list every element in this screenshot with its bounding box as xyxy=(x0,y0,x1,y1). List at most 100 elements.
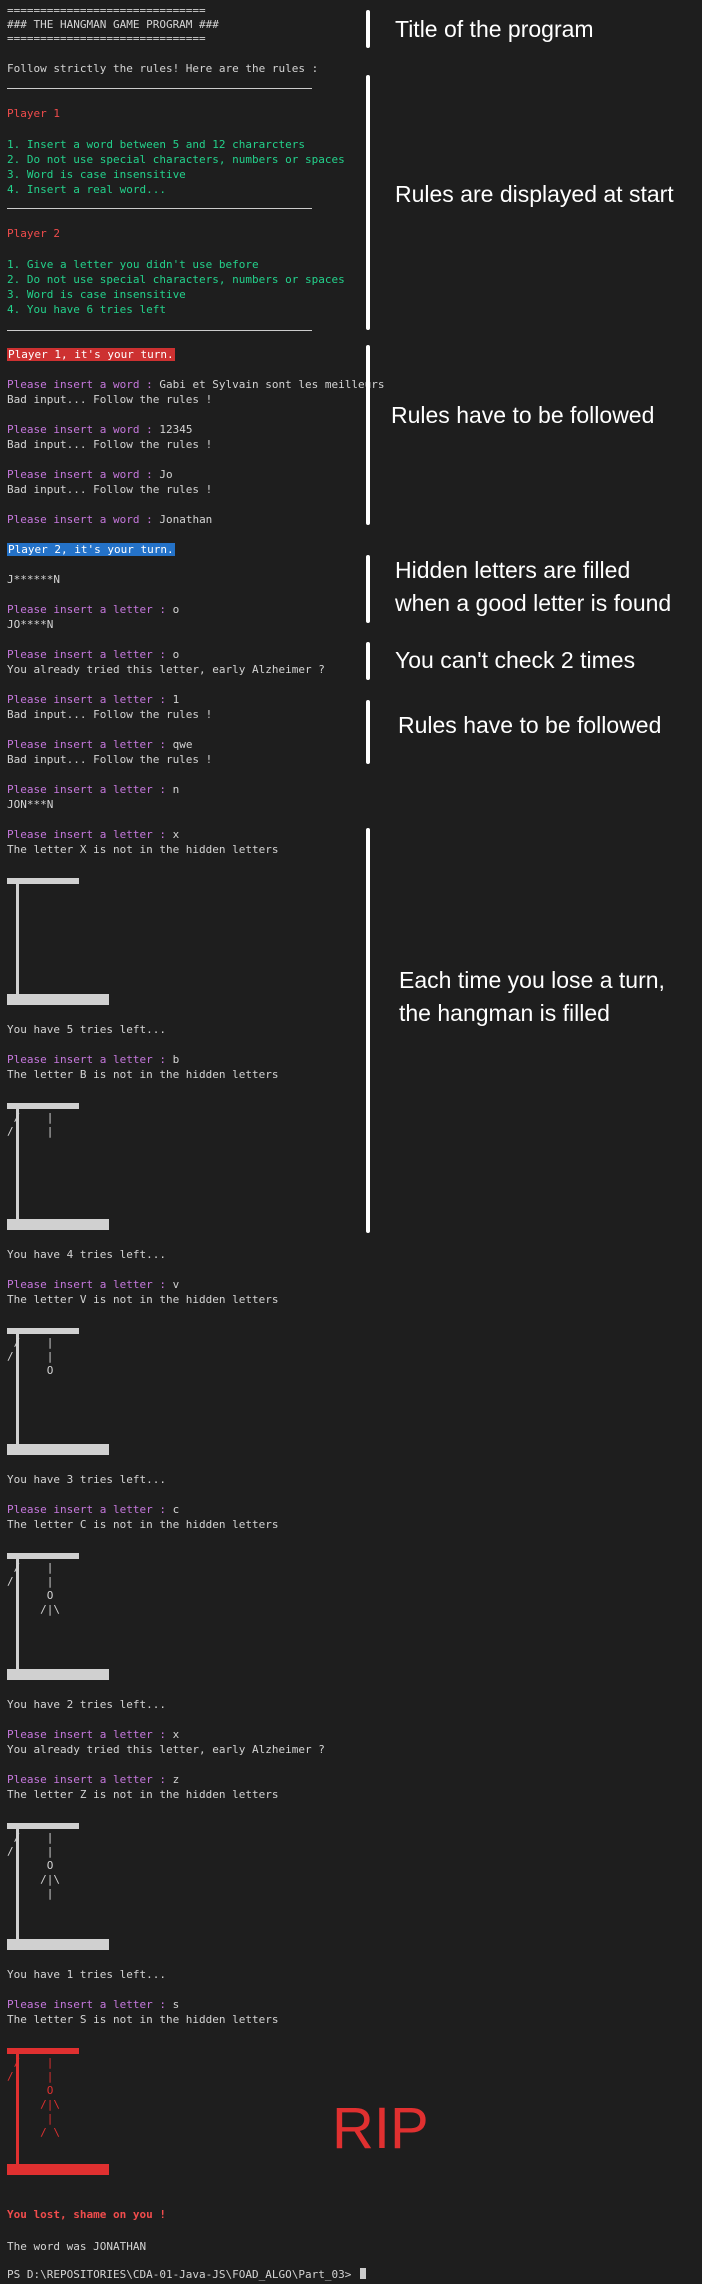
bad-input-message: Bad input... Follow the rules ! xyxy=(7,483,213,496)
annotation-title: Title of the program xyxy=(395,16,594,42)
player2-rule: 4. You have 6 tries left xyxy=(7,303,166,316)
annotation-bar xyxy=(366,828,370,1233)
letter-not-found-message: The letter S is not in the hidden letter… xyxy=(7,2013,279,2026)
already-tried-message: You already tried this letter, early Alz… xyxy=(7,1743,325,1756)
letter-prompt: Please insert a letter : xyxy=(7,828,173,841)
player1-title: Player 1 xyxy=(7,107,60,120)
letter-prompt-line: Please insert a letter : x xyxy=(7,1728,179,1742)
word-prompt-line: Please insert a word : 12345 xyxy=(7,423,192,437)
letter-prompt-line: Please insert a letter : o xyxy=(7,648,179,662)
hidden-word-mask: JO****N xyxy=(7,618,54,631)
letter-not-found-message: The letter B is not in the hidden letter… xyxy=(7,1068,279,1081)
tries-left-message: You have 1 tries left... xyxy=(7,1968,166,1981)
letter-prompt-line: Please insert a letter : x xyxy=(7,828,179,842)
terminal-prompt: PS D:\REPOSITORIES\CDA-01-Java-JS\FOAD_A… xyxy=(7,2268,358,2281)
annotation-bar xyxy=(366,700,370,764)
player2-turn-label: Player 2, it's your turn. xyxy=(7,543,175,556)
annotation-bar xyxy=(366,75,370,330)
annotation-rules-start: Rules are displayed at start xyxy=(395,181,674,207)
annotation-bar xyxy=(366,10,370,48)
letter-prompt: Please insert a letter : xyxy=(7,1503,173,1516)
letter-prompt: Please insert a letter : xyxy=(7,783,173,796)
bad-input-message: Bad input... Follow the rules ! xyxy=(7,393,213,406)
annotation-hangman: Each time you lose a turn, the hangman i… xyxy=(399,967,665,1026)
rip-label: RIP xyxy=(332,2096,429,2161)
letter-input: s xyxy=(172,1998,180,2011)
word-prompt: Please insert a word : xyxy=(7,513,160,526)
word-prompt-line: Please insert a word : Jo xyxy=(7,468,173,482)
letter-input: o xyxy=(172,648,180,661)
tries-left-message: You have 5 tries left... xyxy=(7,1023,166,1036)
letter-prompt: Please insert a letter : xyxy=(7,693,173,706)
letter-prompt: Please insert a letter : xyxy=(7,1998,173,2011)
word-prompt: Please insert a word : xyxy=(7,423,160,436)
letter-prompt-line: Please insert a letter : z xyxy=(7,1773,179,1787)
player1-rule: 3. Word is case insensitive xyxy=(7,168,186,181)
tries-left-message: You have 4 tries left... xyxy=(7,1248,166,1261)
annotation-rules-followed-2: Rules have to be followed xyxy=(398,712,662,738)
annotation-bar xyxy=(366,642,370,680)
player1-rule: 1. Insert a word between 5 and 12 charar… xyxy=(7,138,306,151)
gallows-base xyxy=(7,994,109,1005)
gallows-base xyxy=(7,2164,109,2175)
letter-not-found-message: The letter V is not in the hidden letter… xyxy=(7,1293,279,1306)
letter-prompt-line: Please insert a letter : s xyxy=(7,1998,179,2012)
player1-turn-banner: Player 1, it's your turn. xyxy=(7,348,175,362)
annotation-bar xyxy=(366,555,370,623)
bad-input-message: Bad input... Follow the rules ! xyxy=(7,708,213,721)
letter-prompt: Please insert a letter : xyxy=(7,1053,173,1066)
tries-left-message: You have 3 tries left... xyxy=(7,1473,166,1486)
word-prompt: Please insert a word : xyxy=(7,468,160,481)
lost-message: You lost, shame on you ! xyxy=(7,2208,166,2221)
hangman-figure: / | / | O /|\ | / \ xyxy=(7,2056,60,2139)
terminal-prompt-line[interactable]: PS D:\REPOSITORIES\CDA-01-Java-JS\FOAD_A… xyxy=(7,2268,366,2282)
annotation-hidden-letters: Hidden letters are filled when a good le… xyxy=(395,557,672,616)
letter-input: v xyxy=(172,1278,180,1291)
letter-not-found-message: The letter C is not in the hidden letter… xyxy=(7,1518,279,1531)
text-cursor xyxy=(360,2268,366,2279)
letter-input: z xyxy=(172,1773,180,1786)
letter-input: qwe xyxy=(172,738,193,751)
word-prompt: Please insert a word : xyxy=(7,378,160,391)
hidden-word-mask: J******N xyxy=(7,573,60,586)
player1-rule: 4. Insert a real word... xyxy=(7,183,166,196)
letter-prompt: Please insert a letter : xyxy=(7,1278,173,1291)
player1-turn-label: Player 1, it's your turn. xyxy=(7,348,175,361)
gallows-base xyxy=(7,1219,109,1230)
letter-prompt-line: Please insert a letter : v xyxy=(7,1278,179,1292)
letter-not-found-message: The letter Z is not in the hidden letter… xyxy=(7,1788,279,1801)
player2-rule: 1. Give a letter you didn't use before xyxy=(7,258,259,271)
player2-title: Player 2 xyxy=(7,227,60,240)
player2-turn-banner: Player 2, it's your turn. xyxy=(7,543,175,557)
letter-input: 1 xyxy=(172,693,180,706)
letter-input: c xyxy=(172,1503,180,1516)
letter-prompt-line: Please insert a letter : c xyxy=(7,1503,179,1517)
letter-prompt-line: Please insert a letter : qwe xyxy=(7,738,192,752)
letter-prompt-line: Please insert a letter : 1 xyxy=(7,693,179,707)
letter-input: x xyxy=(172,828,180,841)
header-eq-top: ============================== xyxy=(7,4,206,17)
word-reveal: The word was JONATHAN xyxy=(7,2240,147,2253)
letter-input: n xyxy=(172,783,180,796)
tries-left-message: You have 2 tries left... xyxy=(7,1698,166,1711)
word-input: 12345 xyxy=(159,423,193,436)
letter-prompt: Please insert a letter : xyxy=(7,603,173,616)
hangman-figure: / | / | O /|\ xyxy=(7,1561,60,1616)
player2-rule: 3. Word is case insensitive xyxy=(7,288,186,301)
letter-not-found-message: The letter X is not in the hidden letter… xyxy=(7,843,279,856)
annotation-rules-followed: Rules have to be followed xyxy=(391,402,655,428)
separator xyxy=(7,330,312,331)
word-input: Gabi et Sylvain sont les meilleurs xyxy=(159,378,385,391)
gallows-base xyxy=(7,1444,109,1455)
word-input: Jonathan xyxy=(159,513,213,526)
hangman-figure: / | / | xyxy=(7,1111,54,1138)
already-tried-message: You already tried this letter, early Alz… xyxy=(7,663,325,676)
header-eq-bottom: ============================== xyxy=(7,32,206,45)
word-prompt-line: Please insert a word : Jonathan xyxy=(7,513,212,527)
letter-input: x xyxy=(172,1728,180,1741)
letter-input: b xyxy=(172,1053,180,1066)
gallows-base xyxy=(7,1939,109,1950)
letter-prompt-line: Please insert a letter : n xyxy=(7,783,179,797)
bad-input-message: Bad input... Follow the rules ! xyxy=(7,438,213,451)
bad-input-message: Bad input... Follow the rules ! xyxy=(7,753,213,766)
